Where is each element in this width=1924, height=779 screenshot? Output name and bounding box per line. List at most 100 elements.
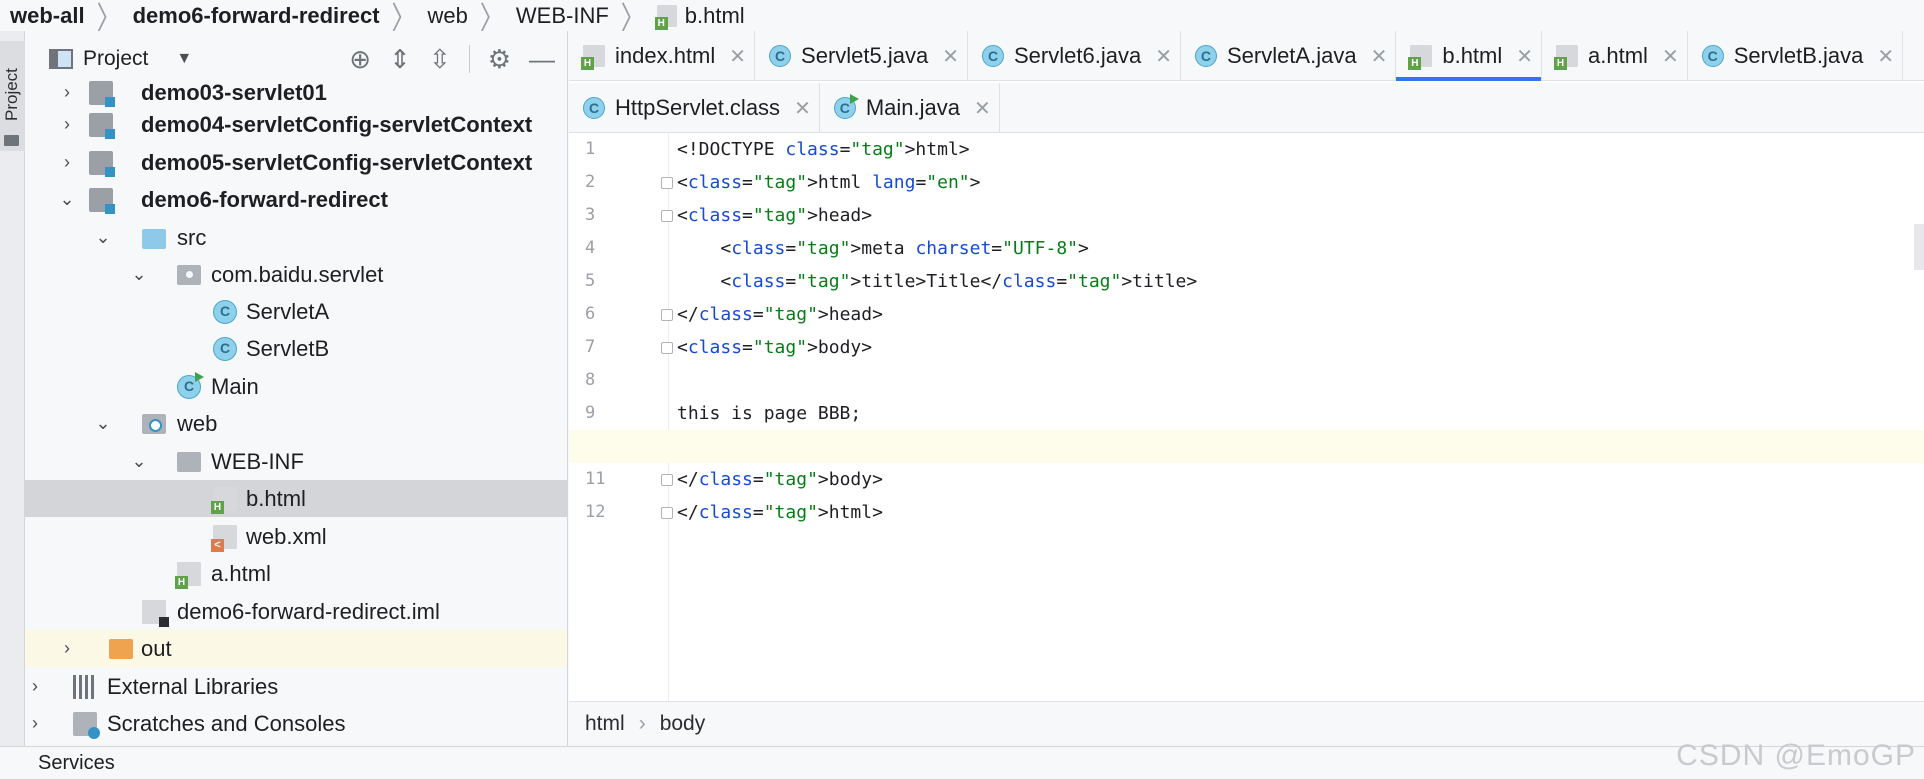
tree-item-servleta[interactable]: C ServletA [25, 293, 567, 330]
fold-marker-icon[interactable] [661, 177, 673, 189]
tab-main-java[interactable]: C Main.java ✕ [820, 83, 1000, 133]
tree-item-label: web [177, 410, 218, 436]
tab-servlet6-java[interactable]: C Servlet6.java ✕ [968, 31, 1181, 81]
breadcrumb-label: WEB-INF [515, 2, 609, 28]
close-icon[interactable]: ✕ [974, 96, 991, 121]
html-file-icon [1408, 45, 1433, 70]
tree-item-package[interactable]: ⌄ com.baidu.servlet [25, 256, 567, 293]
code-line-2: <class="tag">html lang="en"> [677, 172, 981, 193]
breadcrumb-file[interactable]: b.html [654, 2, 745, 30]
chevron-right-icon: 〉 [479, 1, 504, 31]
tree-item-iml[interactable]: demo6-forward-redirect.iml [25, 593, 567, 630]
tree-item-out[interactable]: › out [25, 630, 567, 667]
class-icon: C [1194, 45, 1217, 67]
tab-label: HttpServlet.class [615, 95, 781, 120]
tree-item-demo04[interactable]: › demo04-servletConfig-servletContext [25, 106, 567, 143]
code-line-11: </class="tag">body> [677, 469, 883, 490]
tree-item-a-html[interactable]: a.html [25, 555, 567, 592]
close-icon[interactable]: ✕ [1371, 44, 1388, 69]
line-number: 11 [585, 469, 606, 489]
breadcrumb-label: demo6-forward-redirect [132, 2, 380, 28]
locate-icon[interactable]: ⊕ [349, 44, 371, 75]
close-icon[interactable]: ✕ [942, 44, 959, 69]
bottom-tool-bar: Services [0, 746, 1924, 779]
chevron-down-icon[interactable]: ⌄ [93, 227, 113, 248]
structure-crumb-body[interactable]: body [660, 712, 706, 736]
project-view-selector[interactable]: Project [83, 47, 148, 71]
chevron-right-icon[interactable]: › [25, 676, 45, 697]
hide-icon[interactable]: — [529, 44, 555, 75]
tab-servleta-java[interactable]: C ServletA.java ✕ [1181, 31, 1397, 81]
gear-icon[interactable]: ⚙ [488, 44, 511, 75]
tab-index-html[interactable]: index.html ✕ [569, 31, 756, 81]
xml-file-icon [211, 524, 237, 552]
fold-marker-icon[interactable] [661, 507, 673, 519]
fold-marker-icon[interactable] [661, 474, 673, 486]
chevron-right-icon: › [638, 712, 646, 735]
fold-marker-icon[interactable] [661, 309, 673, 321]
tree-item-label: demo6-forward-redirect [141, 186, 388, 212]
tree-item-external-libraries[interactable]: › External Libraries [25, 668, 567, 705]
close-icon[interactable]: ✕ [794, 96, 811, 121]
close-icon[interactable]: ✕ [1662, 44, 1679, 69]
tree-item-web-inf[interactable]: ⌄ WEB-INF [25, 443, 567, 480]
project-tool-tab[interactable]: Project [0, 41, 25, 151]
close-icon[interactable]: ✕ [729, 44, 746, 69]
tree-item-demo05[interactable]: › demo05-servletConfig-servletContext [25, 144, 567, 181]
editor-tab-row-2: C HttpServlet.class ✕ C Main.java ✕ [569, 83, 1924, 133]
breadcrumb-module[interactable]: demo6-forward-redirect [133, 3, 380, 29]
tab-label: ServletB.java [1733, 43, 1864, 68]
chevron-right-icon: 〉 [391, 1, 416, 31]
structure-crumb-html[interactable]: html [585, 712, 625, 736]
tab-servlet5-java[interactable]: C Servlet5.java ✕ [755, 31, 968, 81]
folder-icon [177, 451, 201, 472]
tree-item-servletb[interactable]: C ServletB [25, 330, 567, 367]
fold-marker-icon[interactable] [661, 342, 673, 354]
line-number: 12 [585, 502, 606, 522]
close-icon[interactable]: ✕ [1155, 44, 1172, 69]
services-tool-tab[interactable]: Services [38, 752, 115, 775]
code-line-1: <!DOCTYPE class="tag">html> [677, 139, 970, 160]
chevron-down-icon[interactable]: ⌄ [57, 189, 77, 210]
chevron-right-icon[interactable]: › [57, 82, 77, 103]
chevron-down-icon[interactable]: ⌄ [93, 413, 113, 434]
project-view-icon [49, 49, 73, 69]
code-editor[interactable]: <!DOCTYPE class="tag">html> <class="tag"… [569, 133, 1924, 701]
main-class-icon: C [177, 371, 204, 399]
breadcrumb-project[interactable]: web-all [10, 3, 85, 29]
module-icon [89, 80, 115, 107]
html-file-icon [211, 486, 237, 514]
chevron-right-icon[interactable]: › [57, 114, 77, 135]
tree-item-src[interactable]: ⌄ src [25, 219, 567, 256]
breadcrumb-label: b.html [684, 2, 745, 28]
chevron-right-icon[interactable]: › [25, 713, 45, 734]
line-number: 3 [585, 205, 596, 225]
tree-item-web-xml[interactable]: web.xml [25, 518, 567, 555]
tab-httpservlet-class[interactable]: C HttpServlet.class ✕ [569, 83, 820, 133]
breadcrumb-web[interactable]: web [428, 3, 468, 29]
chevron-down-icon[interactable]: ▼ [176, 50, 192, 68]
close-icon[interactable]: ✕ [1877, 44, 1894, 69]
fold-marker-icon[interactable] [661, 210, 673, 222]
editor-scroll-marker[interactable] [1914, 224, 1924, 270]
tree-item-web[interactable]: ⌄ web [25, 405, 567, 442]
tree-item-scratches[interactable]: › Scratches and Consoles [25, 705, 567, 742]
tree-item-label: ServletA [246, 298, 330, 324]
chevron-down-icon[interactable]: ⌄ [129, 451, 149, 472]
class-icon: C [769, 45, 792, 67]
tree-item-demo6-forward-redirect[interactable]: ⌄ demo6-forward-redirect [25, 181, 567, 218]
collapse-all-icon[interactable]: ⇳ [429, 44, 451, 75]
chevron-right-icon[interactable]: › [57, 152, 77, 173]
breadcrumb-web-inf[interactable]: WEB-INF [516, 3, 609, 29]
close-icon[interactable]: ✕ [1516, 44, 1533, 69]
expand-all-icon[interactable]: ⇕ [389, 44, 411, 75]
tab-b-html[interactable]: b.html ✕ [1396, 31, 1543, 81]
tree-item-b-html[interactable]: b.html [25, 480, 567, 517]
tree-item-main[interactable]: C Main [25, 368, 567, 405]
tab-servletb-java[interactable]: C ServletB.java ✕ [1688, 31, 1904, 81]
chevron-down-icon[interactable]: ⌄ [129, 264, 149, 285]
chevron-right-icon[interactable]: › [57, 638, 77, 659]
tab-a-html[interactable]: a.html ✕ [1542, 31, 1688, 81]
tree-item-label: com.baidu.servlet [211, 261, 384, 287]
code-line-3: <class="tag">head> [677, 205, 873, 226]
